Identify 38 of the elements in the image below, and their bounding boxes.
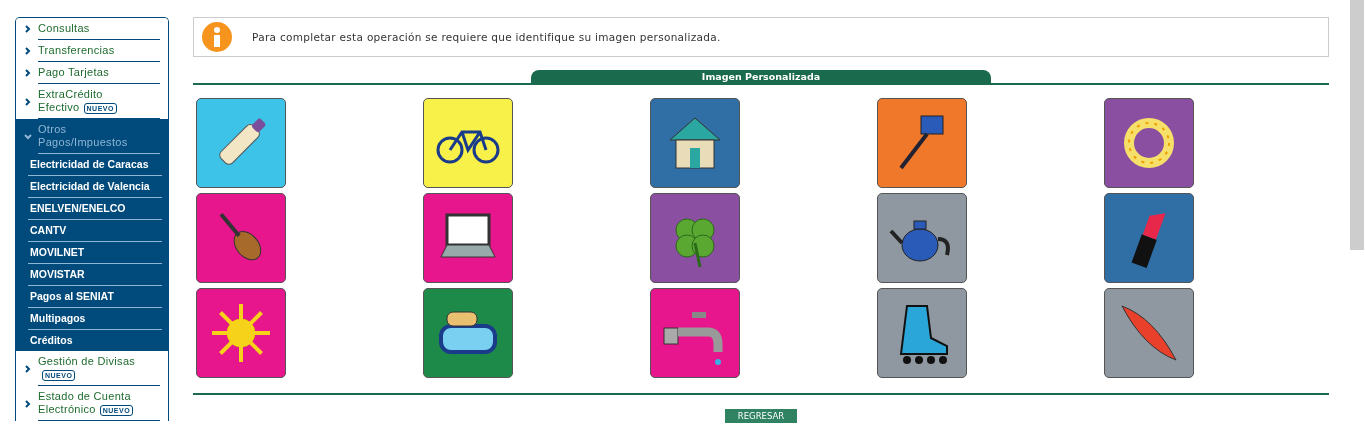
back-button[interactable]: REGRESAR <box>724 409 798 423</box>
image-tile[interactable] <box>650 98 740 188</box>
image-tile[interactable] <box>877 98 967 188</box>
menu-item[interactable]: Pago Tarjetas <box>38 66 142 79</box>
menu-item[interactable]: Transferencias <box>38 44 142 57</box>
submenu-item[interactable]: ENELVEN/ENELCO <box>28 198 162 220</box>
image-tile[interactable] <box>423 288 513 378</box>
info-icon <box>202 22 232 52</box>
notice-text: Para completar esta operación se requiere que identifique su imagen personalizada. <box>252 31 721 43</box>
image-tile[interactable] <box>196 193 286 283</box>
submenu-item[interactable]: Créditos <box>28 330 162 351</box>
image-tile[interactable] <box>1104 98 1194 188</box>
submenu-item[interactable]: MOVISTAR <box>28 264 162 286</box>
image-tile[interactable] <box>650 193 740 283</box>
image-tile[interactable] <box>423 98 513 188</box>
submenu-item[interactable]: MOVILNET <box>28 242 162 264</box>
submenu-item[interactable]: Electricidad de Caracas <box>28 154 162 176</box>
chevron-right-icon <box>24 47 32 55</box>
image-tile[interactable] <box>877 193 967 283</box>
image-tile[interactable] <box>1104 288 1194 378</box>
submenu-item[interactable]: Pagos al SENIAT <box>28 286 162 308</box>
submenu-item[interactable]: Electricidad de Valencia <box>28 176 162 198</box>
chevron-right-icon <box>24 399 32 408</box>
submenu-item[interactable]: CANTV <box>28 220 162 242</box>
chevron-right-icon <box>24 25 32 33</box>
image-tile[interactable] <box>1104 193 1194 283</box>
chevron-right-icon <box>24 364 32 373</box>
chevron-right-icon <box>24 97 32 106</box>
image-tile[interactable] <box>650 288 740 378</box>
image-tile[interactable] <box>423 193 513 283</box>
menu-item[interactable]: Consultas <box>38 22 142 35</box>
chevron-down-icon <box>24 132 32 141</box>
image-tile[interactable] <box>196 98 286 188</box>
image-tile[interactable] <box>196 288 286 378</box>
submenu-item[interactable]: Multipagos <box>28 308 162 330</box>
image-tile[interactable] <box>877 288 967 378</box>
scrollbar-thumb[interactable] <box>1350 0 1364 250</box>
chevron-right-icon <box>24 69 32 77</box>
